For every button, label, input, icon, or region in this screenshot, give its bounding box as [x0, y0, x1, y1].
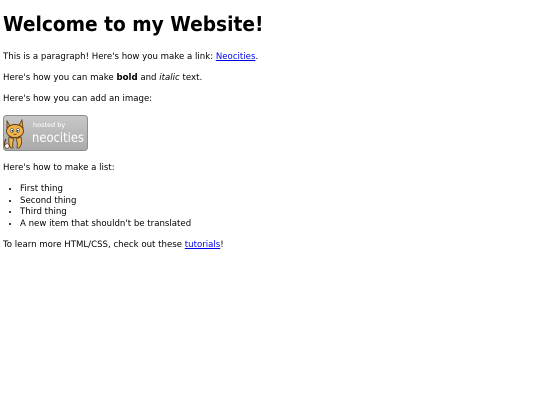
image-paragraph: Here's how you can add an image: — [3, 94, 153, 104]
badge-big-text: neocities — [32, 131, 84, 146]
link-paragraph-text: This is a paragraph! Here's how you make… — [3, 52, 216, 62]
badge-small-text: hosted by — [33, 121, 65, 129]
page-content: Welcome to my Website! This is a paragra… — [0, 0, 530, 397]
tutorials-paragraph-text: To learn more HTML/CSS, check out these — [3, 240, 185, 250]
link-paragraph-end: . — [255, 52, 259, 62]
list-item: A new item that shouldn't be translated — [20, 219, 530, 231]
format-paragraph-end: text. — [179, 73, 203, 83]
link-paragraph: This is a paragraph! Here's how you make… — [3, 52, 530, 63]
bold-text: bold — [116, 73, 138, 83]
tutorials-link[interactable]: tutorials — [185, 240, 221, 250]
tutorials-paragraph-end: ! — [220, 240, 224, 250]
format-paragraph: Here's how you can make bold and italic … — [3, 73, 530, 84]
list-item: Second thing — [20, 196, 530, 208]
page-title: Welcome to my Website! — [3, 12, 264, 36]
format-paragraph-middle: and — [137, 73, 160, 83]
tutorials-paragraph: To learn more HTML/CSS, check out these … — [3, 240, 530, 251]
italic-text: italic — [159, 73, 180, 83]
list-item: First thing — [20, 184, 530, 196]
list-paragraph: Here's how to make a list: — [3, 163, 115, 173]
example-list: First thing Second thing Third thing A n… — [3, 184, 530, 230]
neocities-link[interactable]: Neocities — [216, 52, 256, 62]
format-paragraph-text: Here's how you can make — [3, 73, 117, 83]
list-item: Third thing — [20, 207, 530, 219]
hosted-by-neocities-badge: hosted by neocities — [3, 115, 88, 151]
